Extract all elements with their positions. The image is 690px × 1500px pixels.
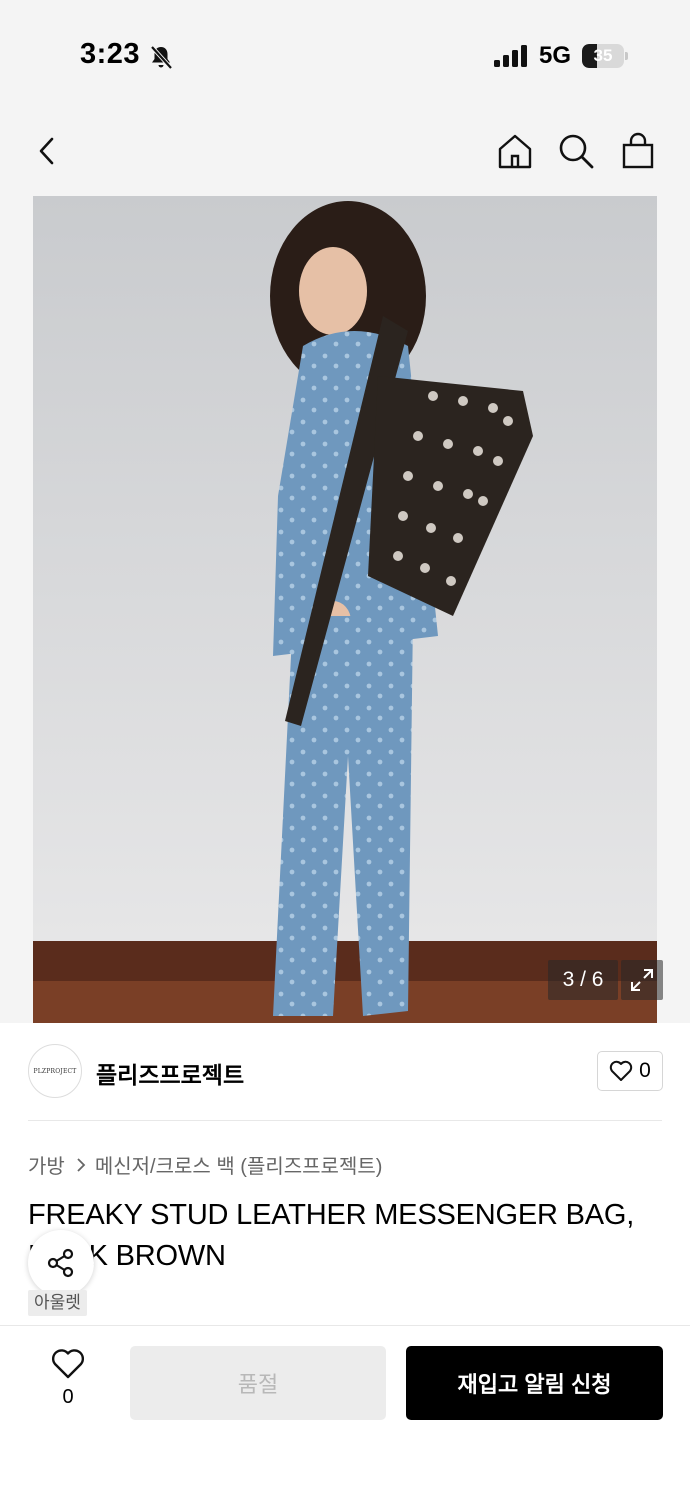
breadcrumb-category[interactable]: 가방 — [28, 1150, 65, 1179]
brand-logo[interactable]: PLZPROJECT — [28, 1044, 82, 1098]
brand-name[interactable]: 플리즈프로젝트 — [96, 1056, 244, 1090]
back-button[interactable] — [25, 128, 71, 174]
battery-level: 35 — [593, 46, 613, 65]
battery-icon: 35 — [582, 44, 628, 68]
brand-logo-text: PLZPROJECT — [33, 1067, 77, 1075]
status-time: 3:23 — [80, 38, 141, 70]
share-icon — [47, 1248, 74, 1278]
brand-like-count: 0 — [639, 1059, 651, 1082]
bell-slash-icon — [150, 45, 173, 70]
divider — [28, 1120, 662, 1121]
product-photo — [33, 196, 657, 1023]
signal-bars-icon — [494, 45, 527, 67]
home-button[interactable] — [492, 128, 538, 174]
search-button[interactable] — [553, 128, 599, 174]
shopping-bag-icon — [622, 132, 654, 169]
breadcrumb: 가방 메신저/크로스 백 (플리즈프로젝트) — [28, 1150, 382, 1179]
wishlist-count: 0 — [62, 1386, 74, 1408]
status-bar: 3:23 5G 35 — [0, 0, 690, 110]
network-label: 5G — [539, 42, 572, 69]
heart-icon — [609, 1060, 633, 1081]
soldout-button: 품절 — [130, 1346, 386, 1420]
product-title: FREAKY STUD LEATHER MESSENGER BAG, DARK … — [28, 1199, 635, 1272]
back-chevron-icon — [39, 137, 54, 165]
wishlist-button[interactable]: 0 — [40, 1348, 96, 1418]
search-icon — [559, 134, 594, 169]
outlet-tag: 아울렛 — [28, 1290, 87, 1316]
gallery-counter: 3 / 6 — [548, 960, 618, 1000]
expand-button[interactable] — [621, 960, 663, 1000]
restock-alert-button[interactable]: 재입고 알림 신청 — [406, 1346, 663, 1420]
chevron-right-icon — [77, 1157, 86, 1172]
brand-like-button[interactable]: 0 — [597, 1051, 663, 1091]
home-icon — [498, 134, 532, 169]
product-image[interactable] — [33, 196, 657, 1023]
heart-icon — [51, 1349, 85, 1379]
expand-arrows-icon — [631, 969, 653, 991]
breadcrumb-subcategory[interactable]: 메신저/크로스 백 (플리즈프로젝트) — [95, 1150, 383, 1179]
cart-button[interactable] — [615, 128, 661, 174]
share-button[interactable] — [28, 1230, 94, 1296]
